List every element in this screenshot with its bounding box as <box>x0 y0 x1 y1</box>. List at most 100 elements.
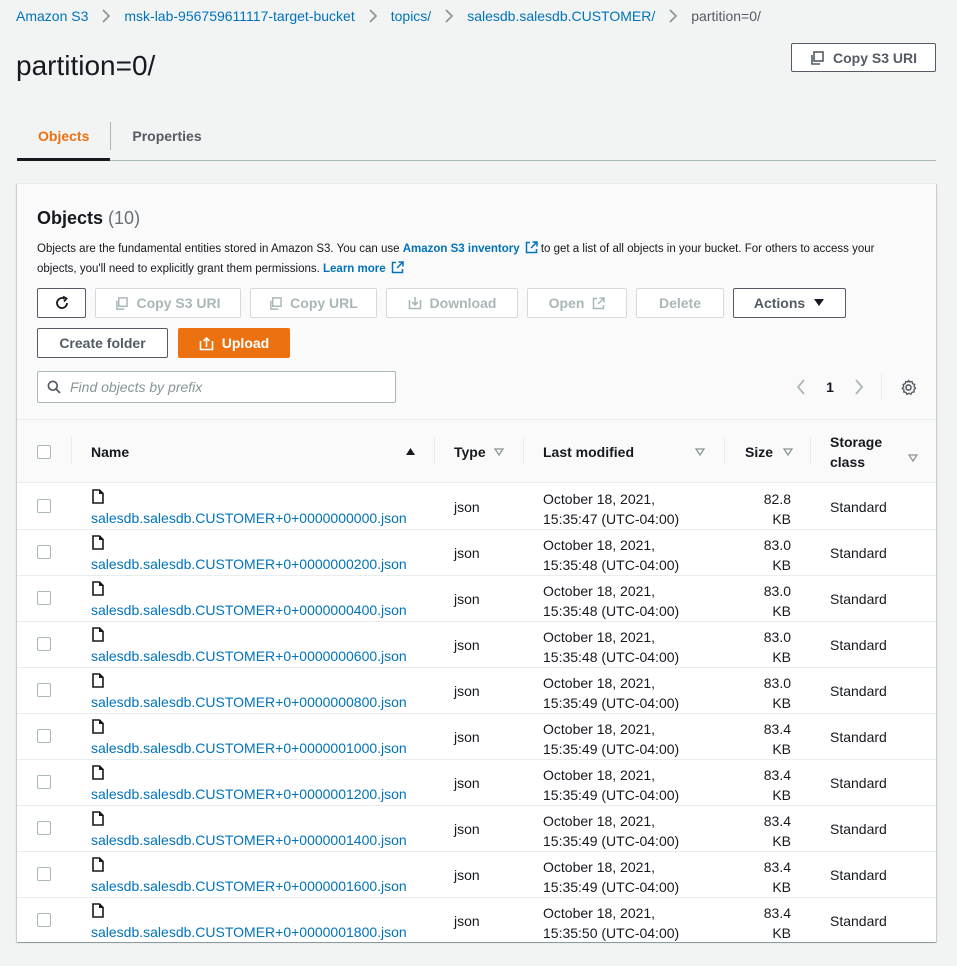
copy-s3-uri-toolbar-button[interactable]: Copy S3 URI <box>95 288 241 318</box>
select-all-checkbox[interactable] <box>37 444 51 459</box>
create-folder-button[interactable]: Create folder <box>37 328 168 358</box>
learn-more-link[interactable]: Learn more <box>323 263 386 275</box>
upload-button[interactable]: Upload <box>178 328 290 358</box>
refresh-button[interactable] <box>37 288 86 318</box>
table-row[interactable]: salesdb.salesdb.CUSTOMER+0+0000000800.js… <box>17 668 936 714</box>
breadcrumb-customer[interactable]: salesdb.salesdb.CUSTOMER/ <box>467 8 655 24</box>
row-checkbox[interactable] <box>37 729 51 743</box>
objects-description: Objects are the fundamental entities sto… <box>37 239 917 279</box>
copy-url-label: Copy URL <box>290 295 358 311</box>
object-type: json <box>454 729 480 745</box>
row-checkbox[interactable] <box>37 591 51 605</box>
object-name-link[interactable]: salesdb.salesdb.CUSTOMER+0+0000001200.js… <box>91 786 407 802</box>
object-name-link[interactable]: salesdb.salesdb.CUSTOMER+0+0000001400.js… <box>91 832 407 848</box>
breadcrumb-bucket[interactable]: msk-lab-956759611117-target-bucket <box>124 8 354 24</box>
object-size: 83.4 KB <box>763 767 791 803</box>
object-type: json <box>454 545 480 561</box>
table-row[interactable]: salesdb.salesdb.CUSTOMER+0+0000000000.js… <box>17 484 936 530</box>
table-row[interactable]: salesdb.salesdb.CUSTOMER+0+0000000200.js… <box>17 530 936 576</box>
object-type: json <box>454 775 480 791</box>
objects-panel-header: Objects (10) Objects are the fundamental… <box>17 184 936 420</box>
object-name-link[interactable]: salesdb.salesdb.CUSTOMER+0+0000001000.js… <box>91 740 407 756</box>
download-label: Download <box>429 295 497 311</box>
row-checkbox[interactable] <box>37 499 51 513</box>
objects-panel: Objects (10) Objects are the fundamental… <box>17 183 936 944</box>
search-input[interactable] <box>70 379 370 395</box>
sort-caret-icon <box>493 447 504 456</box>
breadcrumb-amazon-s3[interactable]: Amazon S3 <box>16 8 88 24</box>
chevron-right-icon <box>855 379 864 395</box>
row-checkbox[interactable] <box>37 683 51 697</box>
sort-caret-icon <box>695 447 705 456</box>
object-name-link[interactable]: salesdb.salesdb.CUSTOMER+0+0000000000.js… <box>91 510 407 526</box>
object-name-link[interactable]: salesdb.salesdb.CUSTOMER+0+0000000800.js… <box>91 694 407 710</box>
chevron-left-icon <box>796 379 805 395</box>
search-icon <box>47 380 61 394</box>
file-icon <box>92 765 104 780</box>
type-column-label: Type <box>454 443 486 460</box>
row-checkbox[interactable] <box>37 775 51 789</box>
search-field[interactable] <box>37 371 396 403</box>
copy-icon <box>811 50 824 65</box>
delete-button[interactable]: Delete <box>636 288 724 318</box>
external-link-icon <box>593 296 606 309</box>
next-page-button[interactable] <box>847 375 871 399</box>
gear-icon <box>901 379 916 395</box>
chevron-right-icon <box>444 9 454 23</box>
table-row[interactable]: salesdb.salesdb.CUSTOMER+0+0000000400.js… <box>17 576 936 622</box>
row-checkbox[interactable] <box>37 913 51 927</box>
tab-objects[interactable]: Objects <box>17 112 111 161</box>
object-name-link[interactable]: salesdb.salesdb.CUSTOMER+0+0000001600.js… <box>91 878 407 894</box>
open-button[interactable]: Open <box>527 288 627 318</box>
table-row[interactable]: salesdb.salesdb.CUSTOMER+0+0000001000.js… <box>17 714 936 760</box>
current-page-number[interactable]: 1 <box>813 379 847 395</box>
table-row[interactable]: salesdb.salesdb.CUSTOMER+0+0000000600.js… <box>17 622 936 668</box>
object-storage-class: Standard <box>830 821 887 837</box>
download-icon <box>408 297 421 310</box>
object-name-link[interactable]: salesdb.salesdb.CUSTOMER+0+0000000400.js… <box>91 602 407 618</box>
objects-title: Objects <box>37 208 104 228</box>
actions-label: Actions <box>753 295 806 311</box>
object-type: json <box>454 499 480 515</box>
object-type: json <box>454 591 480 607</box>
object-size: 83.4 KB <box>763 813 791 849</box>
s3-inventory-link[interactable]: Amazon S3 inventory <box>403 243 520 255</box>
actions-dropdown[interactable]: Actions <box>733 288 846 318</box>
size-column-header[interactable]: Size <box>745 420 794 483</box>
download-button[interactable]: Download <box>386 288 518 318</box>
tab-properties[interactable]: Properties <box>111 112 222 160</box>
sort-asc-icon <box>406 448 415 455</box>
name-column-header[interactable]: Name <box>91 420 416 483</box>
caret-down-icon <box>814 299 825 306</box>
objects-heading: Objects (10) <box>37 208 140 229</box>
row-checkbox[interactable] <box>37 821 51 835</box>
object-type: json <box>454 913 480 929</box>
copy-s3-uri-button[interactable]: Copy S3 URI <box>791 43 936 72</box>
name-column-label: Name <box>91 443 130 460</box>
delete-label: Delete <box>658 295 702 311</box>
type-column-header[interactable]: Type <box>454 420 504 483</box>
breadcrumb-topics[interactable]: topics/ <box>391 8 431 24</box>
table-row[interactable]: salesdb.salesdb.CUSTOMER+0+0000001200.js… <box>17 760 936 806</box>
row-checkbox[interactable] <box>37 545 51 559</box>
storage-class-column-header[interactable]: Storage class <box>830 420 918 483</box>
preferences-button[interactable] <box>896 375 920 399</box>
table-row[interactable]: salesdb.salesdb.CUSTOMER+0+0000001400.js… <box>17 806 936 852</box>
file-icon <box>92 811 104 826</box>
object-name-link[interactable]: salesdb.salesdb.CUSTOMER+0+0000000600.js… <box>91 648 407 664</box>
table-row[interactable]: salesdb.salesdb.CUSTOMER+0+0000001800.js… <box>17 898 936 944</box>
table-row[interactable]: salesdb.salesdb.CUSTOMER+0+0000001600.js… <box>17 852 936 898</box>
pager-divider <box>881 373 882 401</box>
copy-url-button[interactable]: Copy URL <box>250 288 377 318</box>
previous-page-button[interactable] <box>789 375 813 399</box>
object-size: 82.8 KB <box>763 491 791 527</box>
last-modified-column-header[interactable]: Last modified <box>543 420 705 483</box>
object-name-link[interactable]: salesdb.salesdb.CUSTOMER+0+0000001800.js… <box>91 924 407 940</box>
external-link-icon <box>525 241 538 254</box>
breadcrumb-current: partition=0/ <box>691 8 761 24</box>
row-checkbox[interactable] <box>37 867 51 881</box>
object-name-link[interactable]: salesdb.salesdb.CUSTOMER+0+0000000200.js… <box>91 556 407 572</box>
row-checkbox[interactable] <box>37 637 51 651</box>
object-storage-class: Standard <box>830 683 887 699</box>
object-size: 83.0 KB <box>763 537 791 573</box>
